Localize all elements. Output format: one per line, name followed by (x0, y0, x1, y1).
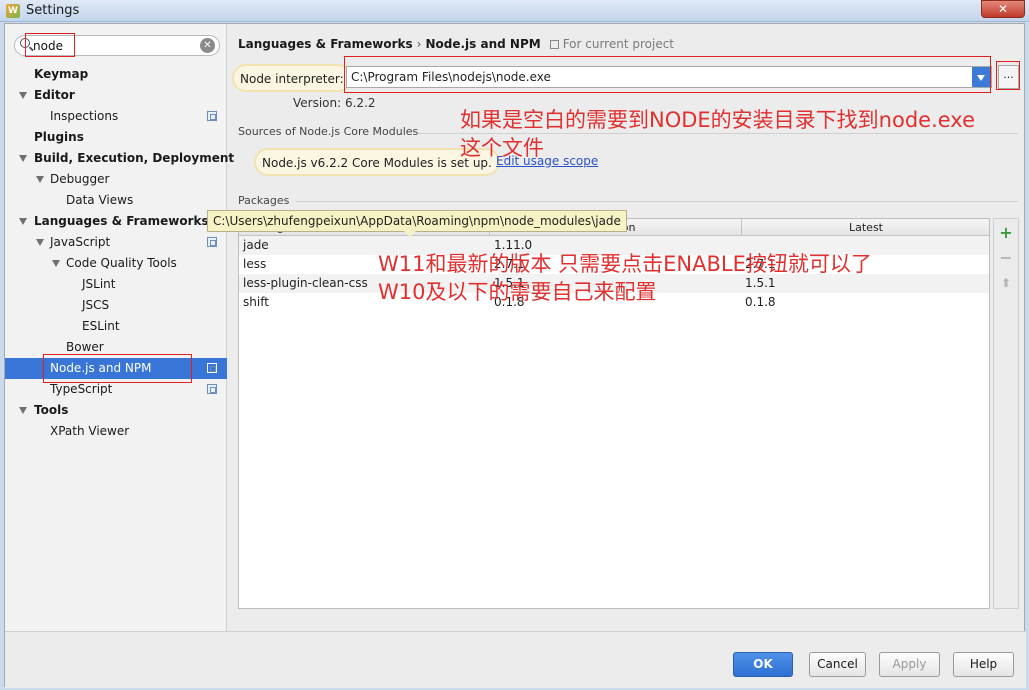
dialog-buttons: OK Cancel Apply Help (5, 631, 1026, 688)
tree-item-editor[interactable]: Editor (5, 85, 227, 106)
tree-item-inspections[interactable]: Inspections (5, 106, 227, 127)
upgrade-package-button[interactable]: ⬆ (998, 275, 1014, 291)
annotation-note-1: 如果是空白的需要到NODE的安装目录下找到node.exe 这个文件 (460, 108, 976, 160)
project-scope-icon (207, 111, 217, 121)
search-input[interactable] (33, 37, 193, 54)
project-scope-icon (549, 40, 559, 49)
close-button[interactable]: ✕ (981, 0, 1025, 18)
node-interpreter-field[interactable]: C:\Program Files\nodejs\node.exe (346, 66, 992, 88)
tree-item-javascript[interactable]: JavaScript (5, 232, 227, 253)
core-modules-section-label: Sources of Node.js Core Modules (238, 125, 419, 138)
project-scope-icon (207, 384, 217, 394)
settings-search: ✕ (14, 35, 220, 56)
chevron-down-icon[interactable] (19, 155, 27, 162)
chevron-down-icon[interactable] (19, 407, 27, 414)
section-divider (296, 201, 1018, 202)
path-tooltip: C:\Users\zhufengpeixun\AppData\Roaming\n… (207, 210, 627, 237)
tree-item-bower[interactable]: Bower (5, 337, 227, 358)
tree-item-data-views[interactable]: Data Views (5, 190, 227, 211)
packages-toolbar: + − ⬆ (993, 218, 1019, 609)
node-version: Version: 6.2.2 (293, 96, 376, 110)
tree-item-debugger[interactable]: Debugger (5, 169, 227, 190)
apply-button[interactable]: Apply (879, 652, 940, 677)
tree-item-keymap[interactable]: Keymap (5, 64, 227, 85)
chevron-down-icon[interactable] (19, 218, 27, 225)
help-button[interactable]: Help (953, 652, 1014, 677)
packages-section-label: Packages (238, 194, 290, 207)
breadcrumb: Languages & Frameworks › Node.js and NPM Fo… (238, 37, 675, 51)
project-scope-icon (207, 363, 217, 373)
tree-item-jslint[interactable]: JSLint (5, 274, 227, 295)
cancel-button[interactable]: Cancel (809, 652, 866, 677)
node-interpreter-label: Node interpreter: (232, 64, 352, 92)
chevron-down-icon[interactable] (36, 239, 44, 246)
column-header-latest[interactable]: Latest (849, 221, 883, 234)
tree-item-tools[interactable]: Tools (5, 400, 227, 421)
app-icon: W (6, 4, 20, 18)
chevron-down-icon[interactable] (52, 260, 60, 267)
tree-item-plugins[interactable]: Plugins (5, 127, 227, 148)
tree-item-xpath-viewer[interactable]: XPath Viewer (5, 421, 227, 442)
column-divider (741, 219, 742, 236)
annotation-note-2: W11和最新的版本 只需要点击ENABLE按钮就可以了 W10及以下的需要自己来… (378, 252, 872, 304)
clear-search-icon[interactable]: ✕ (200, 38, 215, 53)
tree-item-languages-frameworks[interactable]: Languages & Frameworks (5, 211, 227, 232)
remove-package-button[interactable]: − (998, 250, 1014, 266)
chevron-down-icon[interactable] (19, 92, 27, 99)
settings-sidebar: ✕ Keymap Editor Inspections Plugins Buil… (5, 24, 234, 631)
tree-item-typescript[interactable]: TypeScript (5, 379, 227, 400)
tree-item-code-quality-tools[interactable]: Code Quality Tools (5, 253, 227, 274)
chevron-down-icon[interactable] (36, 176, 44, 183)
window-title: Settings (26, 3, 80, 18)
search-icon (20, 38, 30, 48)
settings-content: Languages & Frameworks › Node.js and NPM Fo… (207, 24, 1025, 631)
project-scope-icon (207, 237, 217, 247)
tree-item-jscs[interactable]: JSCS (5, 295, 227, 316)
tree-item-nodejs-npm[interactable]: Node.js and NPM (5, 358, 227, 379)
settings-dialog: ✕ Keymap Editor Inspections Plugins Buil… (4, 23, 1026, 688)
title-bar: W Settings ✕ (0, 0, 1029, 22)
tree-item-eslint[interactable]: ESLint (5, 316, 227, 337)
interpreter-dropdown-button[interactable] (972, 67, 991, 87)
add-package-button[interactable]: + (998, 225, 1014, 241)
ok-button[interactable]: OK (733, 652, 793, 677)
browse-button[interactable]: ... (998, 65, 1019, 89)
tree-item-build-execution-deployment[interactable]: Build, Execution, Deployment (5, 148, 234, 169)
